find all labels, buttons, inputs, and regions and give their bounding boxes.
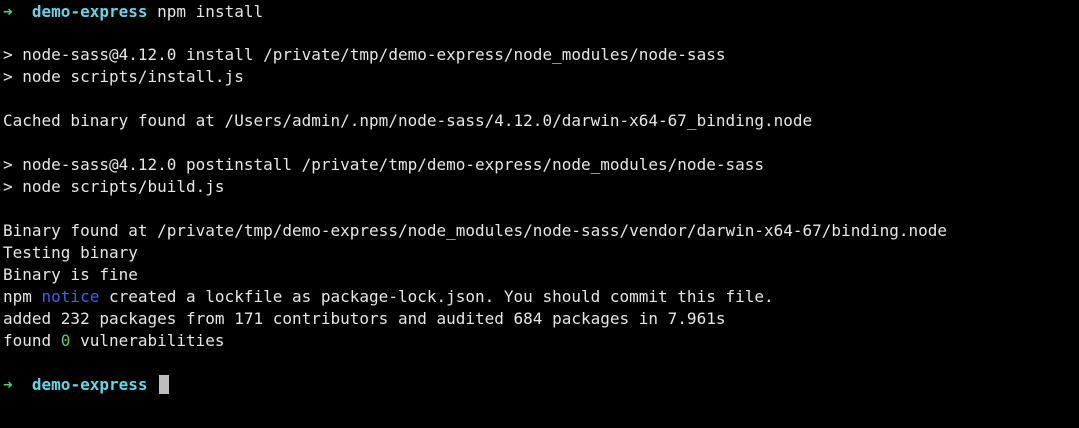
- output-line: > node scripts/build.js: [3, 177, 225, 196]
- output-line: Binary found at /private/tmp/demo-expres…: [3, 221, 948, 240]
- output-line: Cached binary found at /Users/admin/.npm…: [3, 111, 813, 130]
- vulnerabilities-line: found 0 vulnerabilities: [3, 330, 225, 352]
- npm-notice-label: notice: [41, 287, 100, 306]
- output-line: added 232 packages from 171 contributors…: [3, 309, 726, 328]
- output-line: Testing binary: [3, 243, 138, 262]
- prompt-command: npm install: [157, 2, 264, 21]
- prompt-line: ➜ demo-express npm install: [3, 1, 263, 23]
- output-line: Binary is fine: [3, 265, 138, 284]
- prompt-directory: demo-express: [31, 2, 148, 21]
- found-suffix: vulnerabilities: [70, 331, 225, 350]
- npm-prefix: npm: [3, 287, 42, 306]
- prompt-directory: demo-express: [31, 375, 148, 394]
- output-line: > node-sass@4.12.0 postinstall /private/…: [3, 155, 764, 174]
- found-prefix: found: [3, 331, 61, 350]
- text-cursor[interactable]: [159, 375, 170, 394]
- output-line: > node scripts/install.js: [3, 67, 244, 86]
- output-line: > node-sass@4.12.0 install /private/tmp/…: [3, 45, 726, 64]
- vulnerability-count: 0: [60, 331, 71, 350]
- terminal-window[interactable]: ➜ demo-express npm install > node-sass@4…: [0, 0, 1079, 428]
- prompt-arrow-icon: ➜: [3, 2, 13, 21]
- npm-notice-line: npm notice created a lockfile as package…: [3, 286, 774, 308]
- npm-notice-text: created a lockfile as package-lock.json.…: [99, 287, 774, 306]
- prompt-arrow-icon: ➜: [3, 375, 13, 394]
- active-prompt-line[interactable]: ➜ demo-express: [3, 374, 170, 396]
